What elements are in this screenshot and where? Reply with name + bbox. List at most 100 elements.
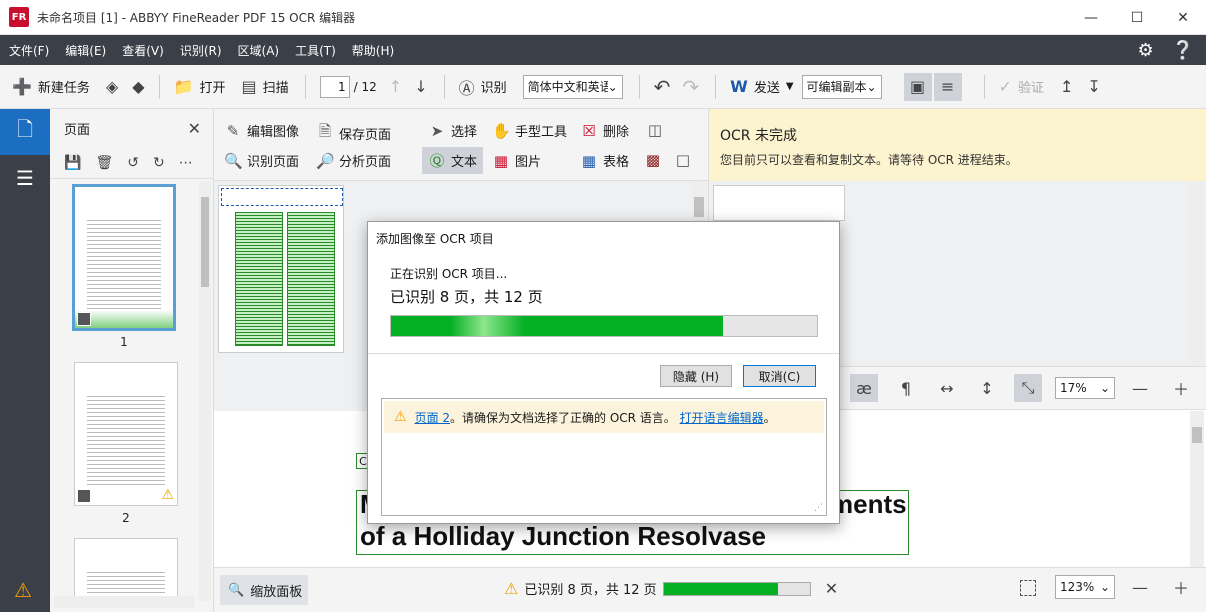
pilcrow-icon[interactable]: ¶	[892, 374, 920, 402]
menu-tools[interactable]: 工具(T)	[295, 42, 336, 59]
page-type-icon	[77, 489, 91, 503]
spell-check-icon[interactable]: æ	[850, 374, 878, 402]
language-select[interactable]: 简体中文和英语 ⌄	[522, 74, 623, 99]
send-button[interactable]: W 发送 ▼	[730, 77, 793, 96]
open-language-editor-link[interactable]: 打开语言编辑器	[680, 411, 764, 425]
maximize-icon[interactable]: ☐	[1114, 0, 1160, 35]
cancel-button[interactable]: 取消(C)	[743, 365, 816, 387]
page-down-icon[interactable]: ↓	[414, 77, 427, 96]
page-2-link[interactable]: 页面 2	[415, 411, 450, 425]
new-task-button[interactable]: ➕ 新建任务	[12, 77, 90, 96]
new-task-icon: ➕	[12, 77, 32, 96]
fit-page-icon[interactable]: ⤡	[1014, 374, 1042, 402]
hand-tool-button[interactable]: ✋ 手型工具	[492, 121, 567, 141]
menu-edit[interactable]: 编辑(E)	[65, 42, 106, 59]
verify-button[interactable]: ✓ 验证	[999, 77, 1044, 96]
save-icon[interactable]: 💾	[64, 155, 81, 171]
menu-recognize[interactable]: 识别(R)	[180, 42, 222, 59]
scrollbar-thumb[interactable]	[694, 197, 704, 217]
zoom-panel-button[interactable]: 🔍 缩放面板	[220, 575, 308, 605]
image-toolbar: ✎ 编辑图像 🗎 保存页面 🔍 识别页面 🔎 分析页面 ➤ 选择 ✋ 手型工具 …	[214, 109, 708, 181]
page-thumbnail[interactable]: ⚠	[74, 362, 178, 506]
delete-area-button[interactable]: ☒ 删除	[580, 121, 629, 141]
vertical-scrollbar[interactable]	[199, 181, 211, 601]
recognize-button[interactable]: Ⓐ 识别	[459, 75, 507, 99]
text-view-icon[interactable]: ≡	[933, 72, 962, 101]
menu-help[interactable]: 帮助(H)	[352, 42, 394, 59]
title-region[interactable]	[221, 188, 343, 206]
zoom-in-icon[interactable]: ＋	[1167, 573, 1195, 601]
resize-grip-icon[interactable]: ⋰	[814, 503, 824, 513]
fit-height-icon[interactable]: ↕	[973, 374, 1001, 402]
rotate-left-icon[interactable]: ↺	[127, 155, 139, 171]
vertical-scrollbar[interactable]	[1190, 411, 1204, 567]
gear-icon[interactable]: ⚙	[1137, 40, 1153, 61]
area-properties-button[interactable]: ◫	[646, 121, 664, 139]
recognize-page-button[interactable]: 🔍 识别页面	[224, 151, 299, 171]
close-icon[interactable]: ✕	[188, 119, 201, 138]
text-area-button[interactable]: Ⓠ 文本	[422, 147, 484, 174]
output-format-select[interactable]: 可编辑副本 ⌄	[801, 74, 882, 99]
text-region[interactable]	[287, 212, 335, 346]
verify-label: 验证	[1017, 81, 1044, 96]
crop-button[interactable]: □	[674, 151, 692, 169]
text-region[interactable]	[235, 212, 283, 346]
help-icon[interactable]: ❔	[1172, 40, 1194, 61]
pages-panel-tools: 💾 🗑 ↺ ↻ ⋯	[50, 147, 213, 179]
fit-view-icon[interactable]	[1020, 580, 1036, 596]
warning-icon[interactable]: ⚠	[14, 578, 32, 602]
layers-add-icon[interactable]: ◈	[106, 77, 118, 96]
recognition-status-text: 已识别 8 页，共 12 页	[524, 583, 657, 598]
scrollbar-thumb[interactable]	[1192, 427, 1202, 443]
fit-width-icon[interactable]: ↔	[933, 374, 961, 402]
warning-icon: ⚠	[161, 487, 174, 503]
background-picture-button[interactable]: ▩	[644, 151, 662, 169]
menu-area[interactable]: 区域(A)	[238, 42, 280, 59]
thumbnail-content	[87, 217, 161, 310]
open-button[interactable]: 📁 打开	[174, 77, 226, 96]
pages-view-icon[interactable]: 🗋	[0, 109, 50, 155]
picture-area-button[interactable]: ▦ 图片	[492, 151, 541, 171]
zoom-in-icon[interactable]: ＋	[1167, 374, 1195, 402]
export-up-icon[interactable]: ↥	[1060, 77, 1073, 96]
more-icon[interactable]: ⋯	[179, 155, 193, 171]
ocr-incomplete-banner: OCR 未完成 您目前只可以查看和复制文本。请等待 OCR 进程结束。	[708, 109, 1206, 181]
page-thumbnail[interactable]	[74, 538, 178, 598]
page-up-icon[interactable]: ↑	[389, 77, 402, 96]
chevron-down-icon: ⌄	[1099, 381, 1110, 395]
warning-icon[interactable]: ⚠	[504, 579, 518, 598]
minimize-icon[interactable]: —	[1068, 0, 1114, 35]
recognize-icon: Ⓐ	[458, 78, 475, 98]
zoom-out-icon[interactable]: —	[1126, 374, 1154, 402]
close-icon[interactable]: ✕	[1160, 0, 1206, 35]
image-view-icon[interactable]: ▣	[903, 72, 932, 101]
vertical-scrollbar[interactable]	[1190, 181, 1204, 366]
hide-button[interactable]: 隐藏 (H)	[660, 365, 732, 387]
zoom-out-icon[interactable]: —	[1126, 573, 1154, 601]
rotate-right-icon[interactable]: ↻	[153, 155, 165, 171]
save-page-button[interactable]: 🗎 保存页面	[316, 121, 391, 146]
trash-icon[interactable]: 🗑	[95, 155, 113, 171]
zoom-select[interactable]: 123% ⌄	[1055, 575, 1115, 599]
scrollbar-thumb[interactable]	[201, 197, 209, 287]
select-tool-button[interactable]: ➤ 选择	[428, 121, 477, 141]
add-images-dialog: 添加图像至 OCR 项目 正在识别 OCR 项目... 已识别 8 页，共 12…	[367, 221, 840, 524]
text-zoom-select[interactable]: 17% ⌄	[1055, 377, 1115, 399]
analyze-page-label: 分析页面	[339, 155, 392, 170]
layers-icon[interactable]: ◆	[132, 77, 144, 96]
horizontal-scrollbar[interactable]	[54, 596, 194, 608]
edit-image-button[interactable]: ✎ 编辑图像	[224, 121, 299, 141]
menu-view[interactable]: 查看(V)	[122, 42, 164, 59]
analyze-page-button[interactable]: 🔎 分析页面	[316, 151, 392, 171]
page-number-input[interactable]: 1	[319, 75, 350, 98]
list-view-icon[interactable]: ☰	[0, 155, 50, 201]
scan-button[interactable]: ▤ 扫描	[242, 77, 289, 96]
table-area-button[interactable]: ▦ 表格	[580, 151, 629, 171]
cancel-recognition-icon[interactable]: ✕	[825, 579, 838, 598]
menu-file[interactable]: 文件(F)	[9, 42, 49, 59]
undo-icon[interactable]: ↶	[654, 75, 671, 99]
page-image[interactable]	[218, 185, 344, 353]
page-thumbnail[interactable]	[72, 184, 176, 331]
redo-icon[interactable]: ↷	[682, 75, 699, 99]
export-down-icon[interactable]: ↧	[1087, 77, 1100, 96]
